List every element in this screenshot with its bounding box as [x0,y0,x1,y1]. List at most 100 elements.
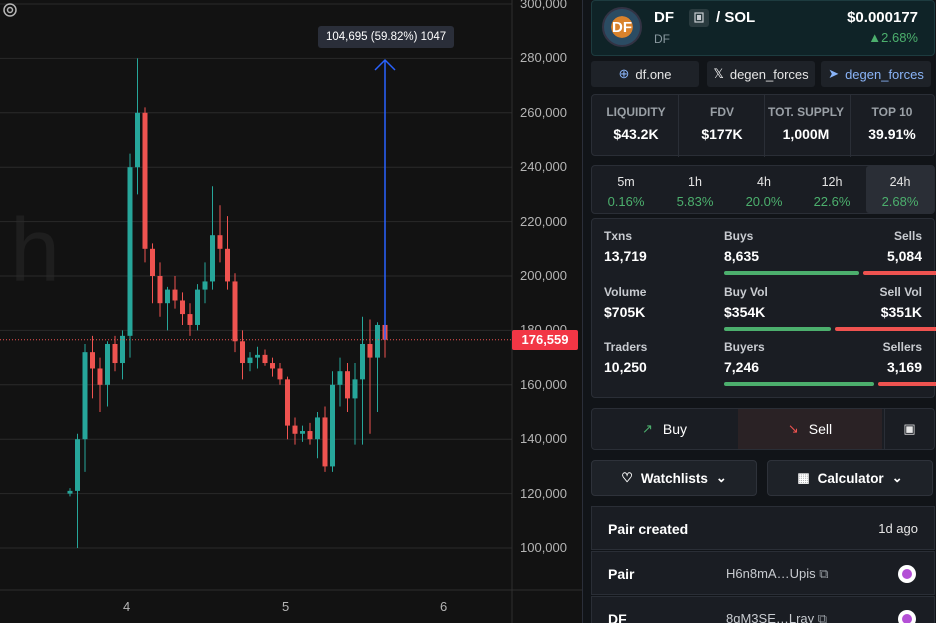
tab-4h[interactable]: 4h 20.0% [730,166,798,213]
stat-fdv: FDV $177K [701,105,743,142]
candle-body [97,368,103,385]
candle-body [337,371,343,385]
y-tick-label: 280,000 [520,50,567,66]
token-info-panel: DF DF / SOL DF $0.000177 ▲2.68% ⊕ df.one… [582,0,936,623]
pair-created-value: 1d ago [878,521,918,536]
buy-vol-bar [724,327,831,331]
tab-12h[interactable]: 12h 22.6% [798,166,866,213]
token-logo: DF [602,7,642,47]
candle-body [187,314,193,325]
candle-body [330,384,335,467]
candle-body [307,431,313,440]
candle-body [300,431,305,434]
buy-button[interactable]: ↗ Buy [592,409,737,449]
arrow-up-right-icon: ↗ [641,421,653,436]
buyers-label: Buyers [724,340,765,354]
twitter-link[interactable]: 𝕏 degen_forces [707,61,815,87]
stat-liquidity: LIQUIDITY $43.2K [606,105,666,142]
y-tick-label: 300,000 [520,0,567,11]
candle-body [232,281,238,342]
candle-body [217,235,223,249]
candle-body [277,368,283,380]
y-tick-label: 220,000 [520,213,567,229]
trade-actions: ↗ Buy ↘ Sell ▣ [591,408,935,450]
candle-body [210,235,215,282]
candle-body [127,167,133,336]
buys-label: Buys [724,229,754,243]
pair-created-row: Pair created 1d ago [591,506,935,550]
pair-created-label: Pair created [608,521,689,537]
tab-5m[interactable]: 5m 0.16% [592,166,660,213]
candlestick-chart-svg[interactable] [0,0,582,623]
buyers-value: 7,246 [724,359,760,375]
candle-body [165,289,170,304]
x-tick-label: 4 [123,599,131,614]
sellers-label: Sellers [882,340,922,354]
telegram-link[interactable]: ➤ degen_forces [821,61,931,87]
x-icon: 𝕏 [713,66,724,81]
watchlists-dropdown[interactable]: ♡ Watchlists ⌄ [591,460,757,496]
candle-body [112,344,118,364]
candle-body [180,300,185,315]
traders-value: 10,250 [604,359,647,375]
candle-body [360,344,365,380]
copy-icon[interactable]: ⧉ [819,566,828,582]
price-chart[interactable]: h 300,000 280,000 260,000 240,000 220,000 200… [0,0,582,623]
candle-body [367,344,373,358]
wallet-button[interactable]: ▣ [884,409,934,449]
sells-bar [863,271,936,275]
txns-label: Txns [604,229,633,243]
chart-settings-icon[interactable] [0,0,20,20]
token-explorer-icon[interactable] [898,610,916,623]
buyers-bar [724,382,874,386]
pair-explorer-icon[interactable] [898,565,916,583]
candle-body [352,379,358,399]
arrow-down-right-icon: ↘ [787,421,799,436]
tab-24h[interactable]: 24h 2.68% [866,166,934,213]
candle-body [195,289,200,325]
wallet-icon: ▣ [903,421,916,436]
candle-body [375,324,380,358]
sell-vol-label: Sell Vol [879,285,922,299]
buy-vol-label: Buy Vol [724,285,768,299]
candle-body [292,425,298,434]
timeframe-tabs: 5m 0.16% 1h 5.83% 4h 20.0% 12h 22.6% 24h 2.68… [591,165,935,214]
token-quote: / SOL [716,9,756,26]
token-name: DF [654,32,670,46]
calculator-dropdown[interactable]: ▦ Calculator ⌄ [767,460,933,496]
token-price: $0.000177 [847,9,918,26]
copy-icon[interactable]: ⧉ [818,611,827,623]
token-symbol: DF [654,9,674,26]
candle-body [255,354,260,358]
token-address[interactable]: 8qM3SE…Lray ⧉ [726,611,827,623]
sell-vol-value: $351K [880,304,922,320]
candle-body [172,289,178,301]
volume-label: Volume [604,285,647,299]
x-tick-label: 6 [440,599,448,614]
y-tick-label: 260,000 [520,104,567,120]
pair-address[interactable]: H6n8mA…Upis ⧉ [726,566,829,582]
buys-value: 8,635 [724,248,760,264]
candle-body [135,112,140,168]
candle-body [345,371,350,399]
website-link[interactable]: ⊕ df.one [591,61,699,87]
copy-icon[interactable] [689,9,709,27]
globe-icon: ⊕ [618,66,630,81]
pair-row: Pair H6n8mA…Upis ⧉ [591,551,935,595]
sellers-value: 3,169 [886,359,922,375]
candle-body [225,248,230,282]
sell-vol-bar [835,327,936,331]
candle-body [142,112,148,249]
sellers-bar [878,382,936,386]
y-tick-label: 100,000 [520,540,567,555]
chevron-down-icon: ⌄ [715,470,727,485]
pair-label: Pair [608,566,635,582]
tab-1h[interactable]: 1h 5.83% [661,166,729,213]
token-address-row: DF 8qM3SE…Lray ⧉ [591,596,935,623]
y-tick-label: 200,000 [520,268,567,283]
sells-value: 5,084 [886,248,922,264]
sell-button[interactable]: ↘ Sell [738,409,882,449]
candle-body [315,417,320,440]
heart-icon: ♡ [621,470,633,485]
y-tick-label: 240,000 [520,159,567,175]
